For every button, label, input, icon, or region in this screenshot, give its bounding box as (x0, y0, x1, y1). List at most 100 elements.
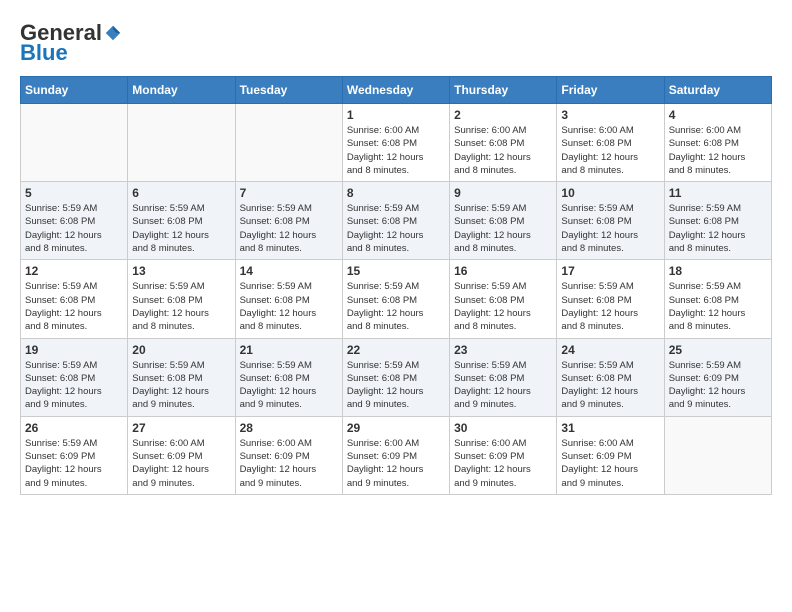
day-number: 3 (561, 108, 659, 122)
day-number: 24 (561, 343, 659, 357)
day-number: 13 (132, 264, 230, 278)
day-number: 19 (25, 343, 123, 357)
day-info: Sunrise: 5:59 AMSunset: 6:09 PMDaylight:… (25, 437, 123, 490)
page-header: General Blue (20, 20, 772, 66)
day-number: 7 (240, 186, 338, 200)
day-number: 31 (561, 421, 659, 435)
day-number: 22 (347, 343, 445, 357)
logo-icon (104, 24, 122, 42)
day-info: Sunrise: 5:59 AMSunset: 6:08 PMDaylight:… (347, 359, 445, 412)
calendar-week-row: 19 Sunrise: 5:59 AMSunset: 6:08 PMDayligh… (21, 338, 772, 416)
calendar-cell (235, 104, 342, 182)
day-info: Sunrise: 5:59 AMSunset: 6:08 PMDaylight:… (669, 202, 767, 255)
calendar-cell: 11 Sunrise: 5:59 AMSunset: 6:08 PMDayligh… (664, 182, 771, 260)
calendar-cell: 19 Sunrise: 5:59 AMSunset: 6:08 PMDayligh… (21, 338, 128, 416)
day-info: Sunrise: 6:00 AMSunset: 6:08 PMDaylight:… (561, 124, 659, 177)
calendar-cell: 15Sunrise: 5:59 AMSunset: 6:08 PMDayligh… (342, 260, 449, 338)
calendar-cell: 6 Sunrise: 5:59 AMSunset: 6:08 PMDaylight… (128, 182, 235, 260)
day-info: Sunrise: 5:59 AMSunset: 6:08 PMDaylight:… (25, 280, 123, 333)
calendar-cell: 8Sunrise: 5:59 AMSunset: 6:08 PMDaylight… (342, 182, 449, 260)
calendar-cell: 24 Sunrise: 5:59 AMSunset: 6:08 PMDayligh… (557, 338, 664, 416)
day-info: Sunrise: 5:59 AMSunset: 6:08 PMDaylight:… (669, 280, 767, 333)
day-number: 5 (25, 186, 123, 200)
weekday-header-wednesday: Wednesday (342, 77, 449, 104)
weekday-header-sunday: Sunday (21, 77, 128, 104)
day-number: 18 (669, 264, 767, 278)
calendar-body: 1 Sunrise: 6:00 AMSunset: 6:08 PMDaylight… (21, 104, 772, 495)
day-number: 6 (132, 186, 230, 200)
calendar-cell: 25Sunrise: 5:59 AMSunset: 6:09 PMDayligh… (664, 338, 771, 416)
calendar-cell: 26 Sunrise: 5:59 AMSunset: 6:09 PMDayligh… (21, 416, 128, 494)
day-number: 20 (132, 343, 230, 357)
calendar-cell (21, 104, 128, 182)
day-number: 21 (240, 343, 338, 357)
day-info: Sunrise: 5:59 AMSunset: 6:08 PMDaylight:… (454, 280, 552, 333)
calendar-cell: 22 Sunrise: 5:59 AMSunset: 6:08 PMDayligh… (342, 338, 449, 416)
calendar-cell: 13 Sunrise: 5:59 AMSunset: 6:08 PMDayligh… (128, 260, 235, 338)
calendar-cell: 31 Sunrise: 6:00 AMSunset: 6:09 PMDayligh… (557, 416, 664, 494)
day-info: Sunrise: 5:59 AMSunset: 6:08 PMDaylight:… (25, 202, 123, 255)
day-info: Sunrise: 5:59 AMSunset: 6:08 PMDaylight:… (25, 359, 123, 412)
calendar-cell: 2Sunrise: 6:00 AMSunset: 6:08 PMDaylight… (450, 104, 557, 182)
calendar-week-row: 5 Sunrise: 5:59 AMSunset: 6:08 PMDaylight… (21, 182, 772, 260)
calendar-cell: 14Sunrise: 5:59 AMSunset: 6:08 PMDayligh… (235, 260, 342, 338)
day-info: Sunrise: 6:00 AMSunset: 6:08 PMDaylight:… (347, 124, 445, 177)
day-number: 17 (561, 264, 659, 278)
day-info: Sunrise: 5:59 AMSunset: 6:08 PMDaylight:… (132, 359, 230, 412)
calendar-cell: 5 Sunrise: 5:59 AMSunset: 6:08 PMDaylight… (21, 182, 128, 260)
day-number: 10 (561, 186, 659, 200)
day-info: Sunrise: 6:00 AMSunset: 6:09 PMDaylight:… (240, 437, 338, 490)
calendar-cell: 4Sunrise: 6:00 AMSunset: 6:08 PMDaylight… (664, 104, 771, 182)
calendar-week-row: 1 Sunrise: 6:00 AMSunset: 6:08 PMDaylight… (21, 104, 772, 182)
day-number: 23 (454, 343, 552, 357)
calendar-cell (664, 416, 771, 494)
day-info: Sunrise: 6:00 AMSunset: 6:09 PMDaylight:… (561, 437, 659, 490)
calendar-cell: 27 Sunrise: 6:00 AMSunset: 6:09 PMDayligh… (128, 416, 235, 494)
weekday-header-saturday: Saturday (664, 77, 771, 104)
day-info: Sunrise: 5:59 AMSunset: 6:08 PMDaylight:… (454, 359, 552, 412)
calendar-cell: 3 Sunrise: 6:00 AMSunset: 6:08 PMDaylight… (557, 104, 664, 182)
day-number: 27 (132, 421, 230, 435)
day-info: Sunrise: 6:00 AMSunset: 6:09 PMDaylight:… (132, 437, 230, 490)
calendar: SundayMondayTuesdayWednesdayThursdayFrid… (20, 76, 772, 495)
calendar-cell: 29Sunrise: 6:00 AMSunset: 6:09 PMDayligh… (342, 416, 449, 494)
day-info: Sunrise: 5:59 AMSunset: 6:08 PMDaylight:… (240, 359, 338, 412)
weekday-header-row: SundayMondayTuesdayWednesdayThursdayFrid… (21, 77, 772, 104)
day-number: 29 (347, 421, 445, 435)
day-number: 2 (454, 108, 552, 122)
day-info: Sunrise: 5:59 AMSunset: 6:08 PMDaylight:… (240, 202, 338, 255)
day-number: 15 (347, 264, 445, 278)
day-info: Sunrise: 5:59 AMSunset: 6:08 PMDaylight:… (240, 280, 338, 333)
day-number: 16 (454, 264, 552, 278)
day-number: 12 (25, 264, 123, 278)
calendar-week-row: 12 Sunrise: 5:59 AMSunset: 6:08 PMDayligh… (21, 260, 772, 338)
day-info: Sunrise: 6:00 AMSunset: 6:09 PMDaylight:… (454, 437, 552, 490)
weekday-header-thursday: Thursday (450, 77, 557, 104)
day-info: Sunrise: 5:59 AMSunset: 6:08 PMDaylight:… (561, 359, 659, 412)
day-number: 8 (347, 186, 445, 200)
day-number: 30 (454, 421, 552, 435)
calendar-cell: 21 Sunrise: 5:59 AMSunset: 6:08 PMDayligh… (235, 338, 342, 416)
day-info: Sunrise: 5:59 AMSunset: 6:08 PMDaylight:… (454, 202, 552, 255)
day-info: Sunrise: 5:59 AMSunset: 6:09 PMDaylight:… (669, 359, 767, 412)
logo-blue: Blue (20, 40, 68, 66)
calendar-cell: 1 Sunrise: 6:00 AMSunset: 6:08 PMDaylight… (342, 104, 449, 182)
calendar-cell: 28 Sunrise: 6:00 AMSunset: 6:09 PMDayligh… (235, 416, 342, 494)
day-number: 11 (669, 186, 767, 200)
day-number: 26 (25, 421, 123, 435)
weekday-header-tuesday: Tuesday (235, 77, 342, 104)
day-info: Sunrise: 5:59 AMSunset: 6:08 PMDaylight:… (132, 280, 230, 333)
calendar-cell: 18 Sunrise: 5:59 AMSunset: 6:08 PMDayligh… (664, 260, 771, 338)
day-info: Sunrise: 6:00 AMSunset: 6:08 PMDaylight:… (669, 124, 767, 177)
calendar-cell: 7 Sunrise: 5:59 AMSunset: 6:08 PMDaylight… (235, 182, 342, 260)
day-info: Sunrise: 5:59 AMSunset: 6:08 PMDaylight:… (132, 202, 230, 255)
day-number: 28 (240, 421, 338, 435)
calendar-cell: 16 Sunrise: 5:59 AMSunset: 6:08 PMDayligh… (450, 260, 557, 338)
weekday-header-monday: Monday (128, 77, 235, 104)
weekday-header-friday: Friday (557, 77, 664, 104)
day-info: Sunrise: 5:59 AMSunset: 6:08 PMDaylight:… (561, 280, 659, 333)
calendar-cell: 17 Sunrise: 5:59 AMSunset: 6:08 PMDayligh… (557, 260, 664, 338)
day-number: 1 (347, 108, 445, 122)
calendar-cell: 23 Sunrise: 5:59 AMSunset: 6:08 PMDayligh… (450, 338, 557, 416)
day-number: 9 (454, 186, 552, 200)
